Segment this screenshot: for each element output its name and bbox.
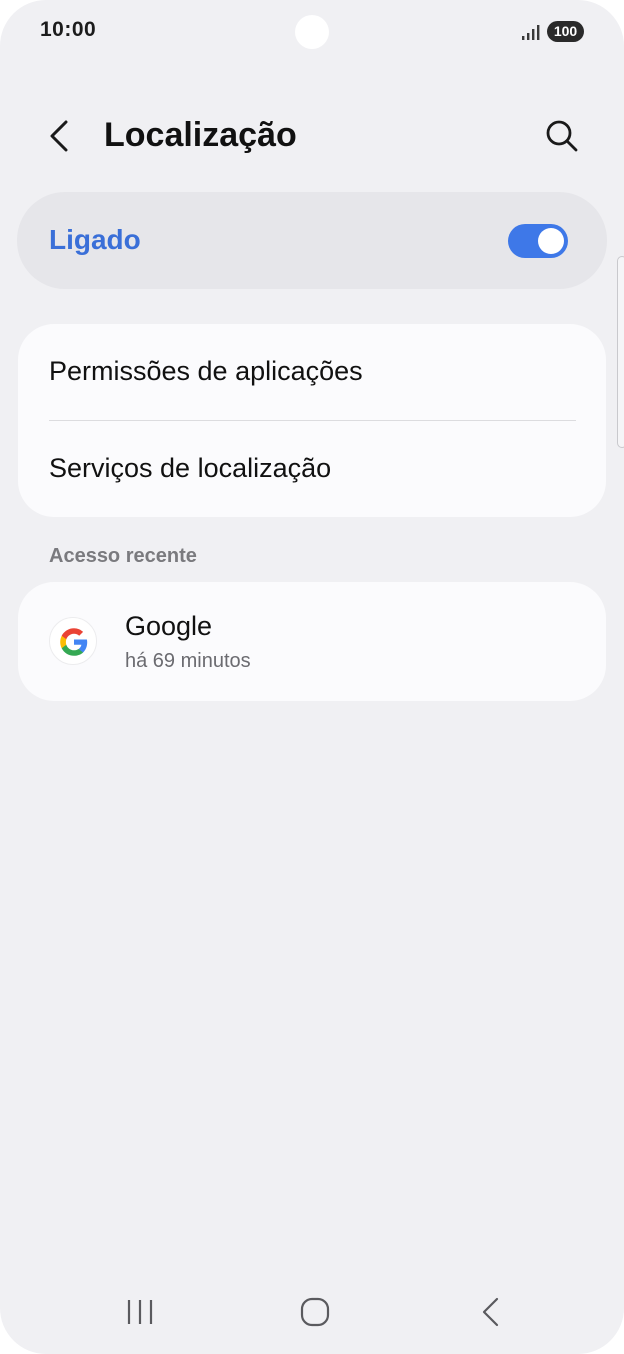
page-title: Localização: [104, 116, 297, 154]
scroll-indicator[interactable]: [617, 256, 624, 448]
location-menu: Permissões de aplicações Serviços de loc…: [18, 324, 606, 517]
section-title-recent-access: Acesso recente: [49, 545, 197, 567]
menu-item-app-permissions[interactable]: Permissões de aplicações: [18, 324, 606, 420]
menu-item-label: Permissões de aplicações: [49, 356, 363, 386]
menu-item-location-services[interactable]: Serviços de localização: [18, 421, 606, 517]
signal-icon: [522, 25, 540, 40]
battery-icon: 100: [547, 21, 584, 42]
recent-apps-icon: [127, 1300, 153, 1324]
status-bar: 10:00 100: [0, 0, 624, 64]
status-time: 10:00: [40, 18, 97, 41]
front-camera: [295, 15, 329, 49]
location-toggle-row[interactable]: Ligado: [17, 192, 607, 289]
navigation-bar: [0, 1280, 624, 1346]
recent-app-google[interactable]: Google há 69 minutos: [18, 582, 606, 701]
menu-item-label: Serviços de localização: [49, 453, 332, 483]
location-switch[interactable]: [508, 224, 568, 258]
home-button[interactable]: [287, 1290, 343, 1336]
nav-back-button[interactable]: [462, 1290, 518, 1336]
recent-apps-button[interactable]: [112, 1290, 168, 1336]
battery-level: 100: [553, 23, 578, 39]
search-icon: [546, 120, 578, 152]
chevron-left-icon: [50, 120, 68, 152]
switch-knob: [538, 228, 564, 254]
app-last-access: há 69 minutos: [125, 650, 251, 672]
google-icon: [49, 617, 97, 665]
app-bar: Localização: [0, 96, 624, 176]
app-name: Google: [125, 611, 213, 641]
back-button[interactable]: [38, 114, 82, 158]
location-toggle-label: Ligado: [49, 224, 141, 255]
search-button[interactable]: [540, 114, 584, 158]
back-icon: [482, 1297, 499, 1327]
screen: 10:00 100 Localização Ligado Permissões …: [0, 0, 624, 1354]
home-icon: [300, 1297, 330, 1327]
